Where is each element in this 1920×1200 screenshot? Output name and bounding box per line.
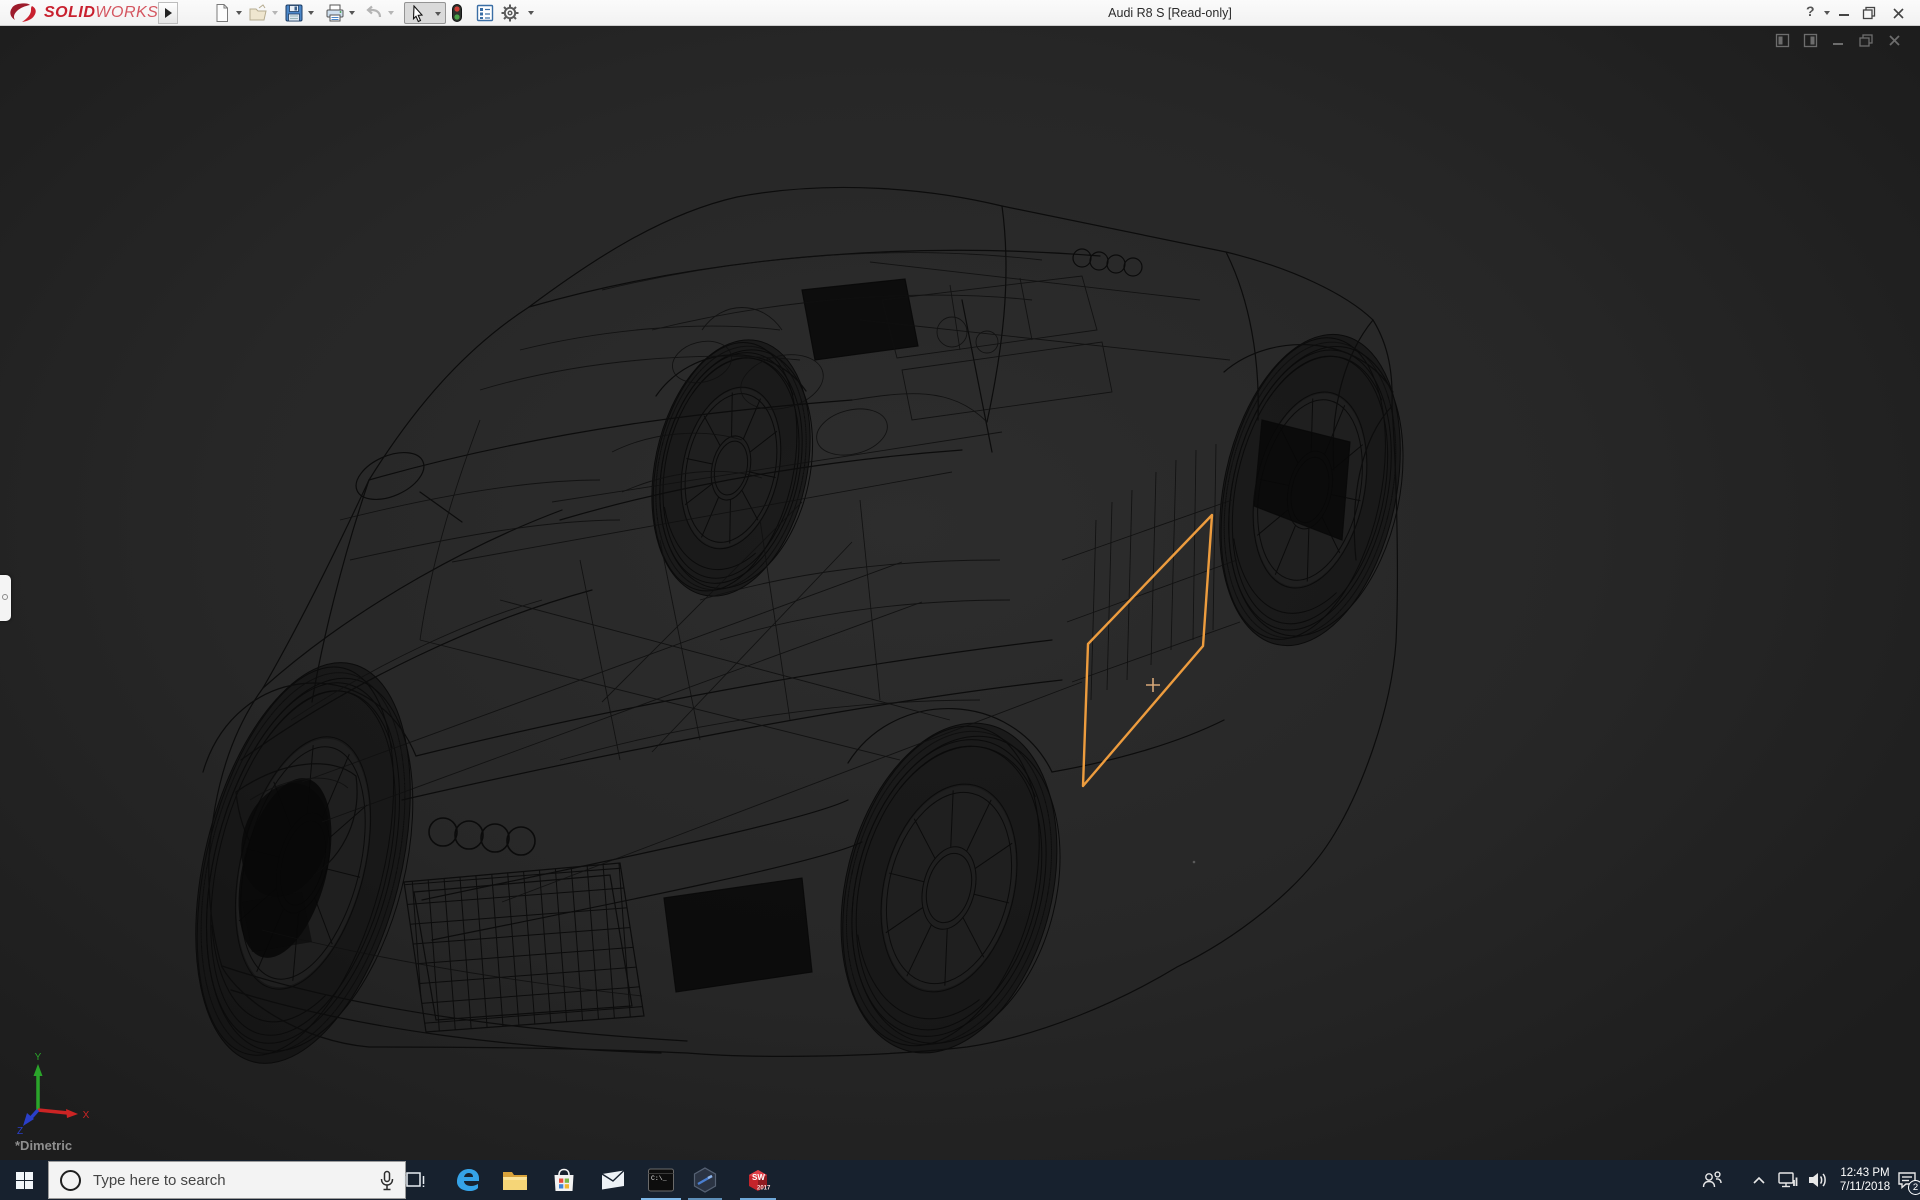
triad-x-label: X [83,1110,90,1121]
file-explorer-button[interactable] [493,1160,537,1200]
network-tray-button[interactable] [1772,1160,1804,1200]
close-icon [1892,7,1905,20]
solidworks-logo-icon [8,2,42,24]
task-view-button[interactable] [392,1160,436,1200]
new-dropdown-caret[interactable] [236,11,242,15]
mail-button[interactable] [591,1160,635,1200]
composer-hexagon-icon [691,1166,719,1194]
car-wireframe [0,26,1920,1160]
print-icon[interactable] [325,3,345,23]
rebuild-traffic-light-icon[interactable] [447,3,467,23]
solidworks-2017-icon: SW 2017 [744,1166,772,1194]
search-placeholder: Type here to search [93,1172,226,1189]
notification-badge: 2 [1908,1180,1920,1195]
print-dropdown-caret[interactable] [349,11,355,15]
selected-sketch-profile[interactable] [1083,515,1212,786]
taskbar-search-input[interactable]: Type here to search [48,1161,406,1199]
help-dropdown-caret[interactable] [1824,11,1830,15]
store-button[interactable] [542,1160,586,1200]
restore-button[interactable] [1862,0,1876,26]
sketch-cursor-cross [1146,678,1160,692]
save-dropdown-caret[interactable] [308,11,314,15]
tray-time: 12:43 PM [1840,1166,1889,1180]
cortana-icon [60,1170,81,1191]
windows-logo-icon [16,1172,33,1189]
minimize-document-icon[interactable] [1831,33,1845,53]
undo-icon[interactable] [364,3,384,23]
minimize-icon [1838,7,1850,19]
select-cursor-icon [409,5,427,23]
people-icon [1700,1170,1724,1190]
pane-toggle-left-icon[interactable] [1775,33,1790,53]
volume-tray-button[interactable] [1802,1160,1834,1200]
title-bar: SOLIDWORKS [0,0,1920,26]
store-icon [551,1167,577,1193]
edge-icon [454,1166,482,1194]
view-orientation-label: *Dimetric [15,1138,72,1153]
close-button[interactable] [1892,0,1905,26]
flyout-arrow-icon [165,8,172,18]
select-tool-button[interactable] [404,2,446,24]
graphics-viewport[interactable]: Y X Z *Dimetric [0,26,1920,1160]
chevron-up-icon [1752,1175,1766,1185]
file-explorer-icon [501,1166,529,1194]
document-window-controls [1775,33,1902,53]
composer-button[interactable] [683,1160,727,1200]
speaker-icon [1807,1170,1829,1190]
command-prompt-button[interactable]: C:\_ [639,1160,683,1200]
triad-y-label: Y [35,1052,42,1063]
file-properties-icon[interactable] [475,3,495,23]
mail-icon [599,1167,627,1193]
svg-text:C:\_: C:\_ [651,1175,667,1182]
window-title: Audi R8 S [Read-only] [1020,0,1320,26]
toolbar-flyout-button[interactable] [158,2,178,24]
svg-text:SW: SW [752,1173,765,1182]
solidworks-logo: SOLIDWORKS [8,1,158,25]
minimize-button[interactable] [1838,0,1850,26]
options-gear-icon[interactable] [500,3,520,23]
taskbar: Type here to search [0,1160,1920,1200]
new-document-icon[interactable] [212,3,232,23]
svg-text:2017: 2017 [757,1186,771,1192]
select-dropdown-caret[interactable] [435,12,441,16]
options-dropdown-caret[interactable] [528,11,534,15]
orientation-triad: Y X Z [10,1030,100,1134]
network-icon [1777,1170,1799,1190]
solidworks-logo-text: SOLIDWORKS [44,4,158,22]
help-button[interactable]: ? [1806,3,1815,19]
solidworks-button[interactable]: SW 2017 [736,1160,780,1200]
open-dropdown-caret[interactable] [272,11,278,15]
close-document-icon[interactable] [1887,33,1902,53]
stray-point [1193,861,1196,864]
save-icon[interactable] [284,3,304,23]
triad-z-label: Z [17,1126,23,1134]
command-prompt-icon: C:\_ [647,1167,675,1193]
edge-button[interactable] [446,1160,490,1200]
clock[interactable]: 12:43 PM 7/11/2018 [1834,1160,1896,1200]
featuremanager-tab-dot-icon [2,594,8,600]
featuremanager-collapsed-tab[interactable] [0,575,11,621]
pane-toggle-right-icon[interactable] [1803,33,1818,53]
tray-overflow-chevron[interactable] [1746,1160,1772,1200]
open-icon[interactable] [248,3,268,23]
undo-dropdown-caret[interactable] [388,11,394,15]
restore-icon [1862,6,1876,20]
restore-document-icon[interactable] [1858,33,1874,53]
people-tray-button[interactable] [1694,1160,1730,1200]
start-button[interactable] [0,1160,48,1200]
tray-date: 7/11/2018 [1840,1180,1890,1194]
